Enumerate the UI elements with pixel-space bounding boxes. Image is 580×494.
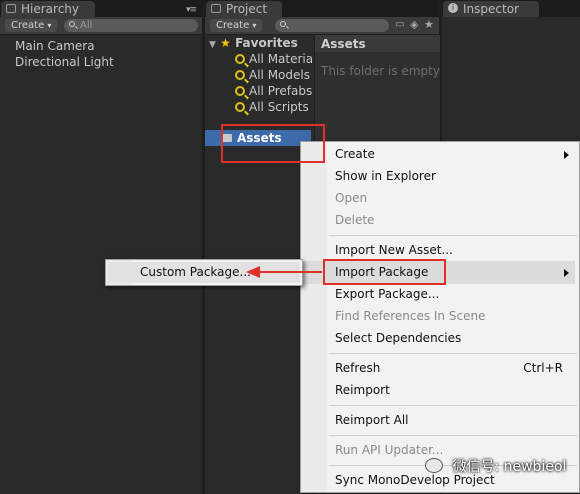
favorite-item-label: All Scripts [249,100,309,114]
search-placeholder: All [80,20,93,31]
submenu-arrow-icon [564,269,569,277]
watermark-text: 微信号: newbieol [452,459,567,475]
hierarchy-search-input[interactable]: All [64,19,198,32]
hierarchy-toolbar: Create ▾ All [0,17,202,35]
dropdown-icon: ▾ [47,21,52,30]
tab-project-label: Project [226,2,268,16]
menu-item-reimport-all[interactable]: Reimport All [335,413,409,428]
menu-item-reimport[interactable]: Reimport [335,383,390,398]
menu-item-custom-package[interactable]: Custom Package... [140,265,251,280]
favorite-item[interactable]: All Prefabs [235,84,312,98]
search-filter-icon [235,54,245,64]
menu-separator [329,235,577,236]
context-menu: Create Show in Explorer Open Delete Impo… [300,141,580,493]
menu-item-import-new-asset[interactable]: Import New Asset... [335,243,453,258]
favorite-item-label: All Prefabs [249,84,313,98]
inspector-tabbar: i Inspector [442,0,580,17]
menu-item-select-dependencies[interactable]: Select Dependencies [335,331,461,346]
menu-item-open[interactable]: Open [335,191,367,206]
refresh-shortcut: Ctrl+R [523,361,563,375]
favorites-header[interactable]: ▼ ★ Favorites [209,36,298,50]
info-icon: i [448,3,458,13]
expand-arrow-icon: ▼ [209,40,216,50]
create-label: Create [216,20,250,31]
wechat-logo-icon [425,458,443,473]
filter-type-icon[interactable]: ▭ [395,19,404,30]
tab-hierarchy-label: Hierarchy [21,2,80,16]
dropdown-icon: ▾ [252,21,257,30]
assets-breadcrumb: Assets [315,35,440,52]
favorite-item[interactable]: All Material [235,52,316,66]
tab-hierarchy[interactable]: Hierarchy [1,1,95,17]
project-icon [211,4,221,13]
favorite-item-label: All Models [249,68,310,82]
favorites-label: Favorites [235,36,298,50]
menu-item-export-package[interactable]: Export Package... [335,287,439,302]
menu-item-show-in-explorer[interactable]: Show in Explorer [335,169,436,184]
hierarchy-item[interactable]: Main Camera [15,39,95,53]
search-filter-icon [235,70,245,80]
empty-folder-text: This folder is empty [321,64,440,78]
project-tabbar: Project [205,0,439,17]
hierarchy-create-button[interactable]: Create ▾ [5,19,58,32]
menu-item-create[interactable]: Create [335,147,375,162]
hierarchy-tabbar: Hierarchy ▾≡ [0,0,202,17]
project-search-input[interactable] [275,19,389,32]
menu-separator [329,405,577,406]
menu-item-delete[interactable]: Delete [335,213,374,228]
tab-inspector-label: Inspector [463,2,519,16]
favorite-item-label: All Material [249,52,317,66]
project-create-button[interactable]: Create ▾ [210,19,263,32]
annotation-arrow [246,266,322,278]
hierarchy-item[interactable]: Directional Light [15,55,114,69]
menu-item-find-references[interactable]: Find References In Scene [335,309,485,324]
hierarchy-icon [6,4,16,13]
favorite-item[interactable]: All Scripts [235,100,309,114]
search-filter-icon [235,102,245,112]
search-icon [280,21,286,27]
tab-inspector[interactable]: i Inspector [443,1,539,17]
search-icon [69,21,75,27]
create-label: Create [11,20,45,31]
assets-header[interactable]: Assets [321,37,366,51]
menu-item-refresh[interactable]: Refresh [335,361,380,376]
submenu-arrow-icon [564,151,569,159]
menu-gutter [301,142,327,492]
search-filter-icon [235,86,245,96]
annotation-box-import-package [323,259,446,285]
menu-separator [329,435,577,436]
favorites-star-icon: ★ [220,36,231,50]
hierarchy-panel: Hierarchy ▾≡ Create ▾ All Main Camera Di… [0,0,202,494]
annotation-box-assets [221,124,325,163]
favorite-item[interactable]: All Models [235,68,310,82]
watermark: 微信号: newbieol [425,456,566,476]
panel-menu-icon[interactable]: ▾≡ [186,5,197,15]
project-toolbar: Create ▾ ▭ ◈ ★ [205,17,439,35]
tab-project[interactable]: Project [206,1,282,17]
favorite-star-icon[interactable]: ★ [424,18,434,31]
filter-label-icon[interactable]: ◈ [410,18,418,31]
menu-separator [329,353,577,354]
